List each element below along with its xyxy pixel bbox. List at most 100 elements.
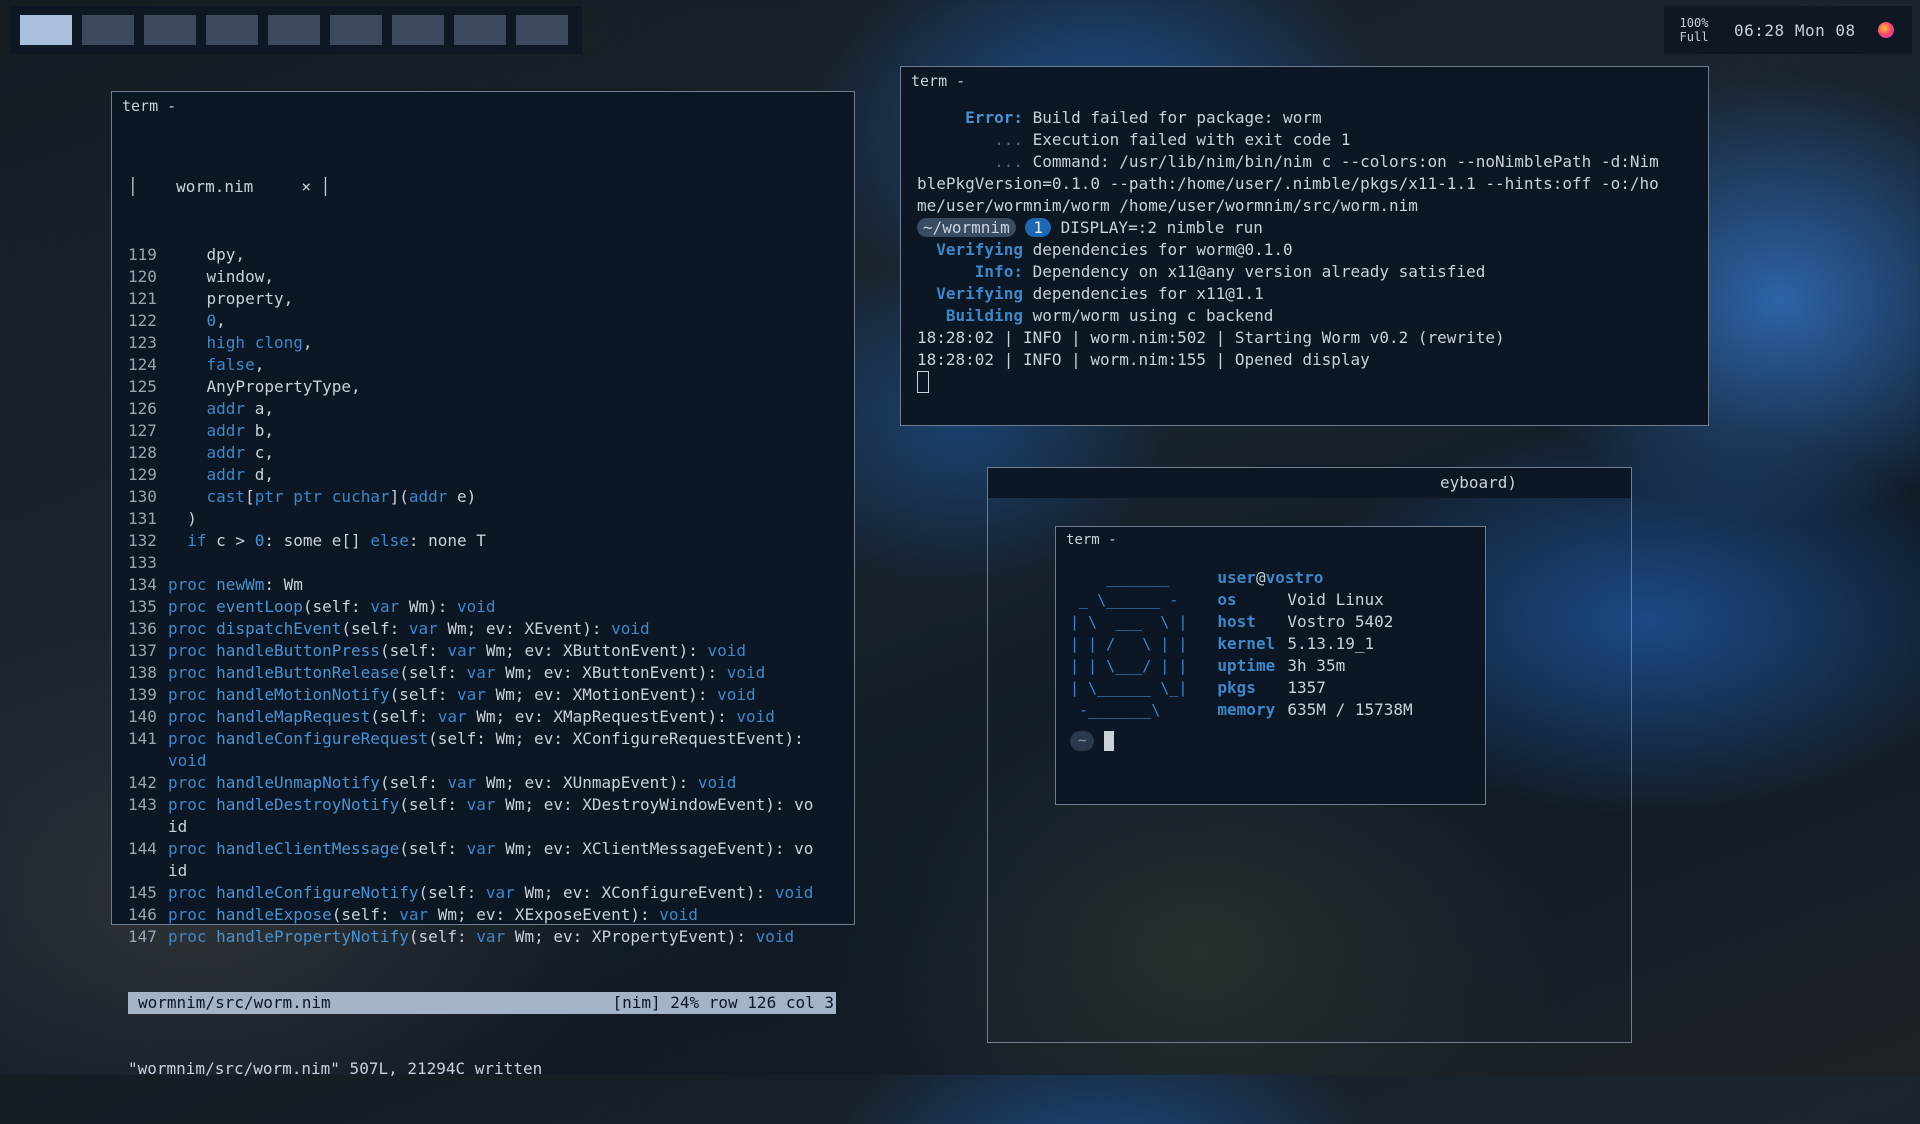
line-number: 126	[128, 399, 157, 418]
status-label: Building	[917, 306, 1023, 325]
distro-logo-icon[interactable]	[1877, 22, 1894, 38]
info-key: uptime	[1217, 656, 1276, 675]
info-value: Vostro 5402	[1287, 612, 1394, 631]
code-line: 139 proc handleMotionNotify(self: var Wm;…	[128, 684, 854, 706]
workspace-9-button[interactable]	[516, 15, 568, 45]
workspace-2-button[interactable]	[82, 15, 134, 45]
system-info: user@vostro os Void Linux host Vostro 5402 k…	[1217, 567, 1412, 721]
code-line: 125 AnyPropertyType,	[128, 376, 854, 398]
build-terminal-window[interactable]: term - Error: Build failed for package: …	[900, 66, 1709, 426]
statusline-position: [nim] 24% row 126 col 3	[612, 993, 834, 1012]
workspace-bar	[10, 6, 582, 54]
shell-prompt[interactable]: ~	[1056, 721, 1485, 751]
code-line: 119 dpy,	[128, 244, 854, 266]
clock-day: Mon 08	[1794, 20, 1856, 40]
line-text: id	[168, 817, 188, 836]
code-line: 137 proc handleButtonPress(self: var Wm; …	[128, 640, 854, 662]
code-line: 142 proc handleUnmapNotify(self: var Wm; …	[128, 772, 854, 794]
line-text: AnyPropertyType,	[168, 377, 361, 396]
line-number: 135	[128, 597, 157, 616]
tab-close-icon[interactable]: ×	[301, 177, 311, 196]
line-number: 143	[128, 795, 157, 814]
window-title: term -	[1056, 527, 1485, 553]
editor-statusline: wormnim/src/worm.nim [nim] 24% row 126 co…	[128, 992, 836, 1014]
line-text: property,	[168, 289, 294, 308]
workspace-4-button[interactable]	[206, 15, 258, 45]
editor-buffer[interactable]: │ worm.nim × │ 119 dpy, 120 window, 121 pr…	[112, 120, 854, 1124]
line-number: 127	[128, 421, 157, 440]
line-number: 138	[128, 663, 157, 682]
workspace-7-button[interactable]	[392, 15, 444, 45]
line-text: dpy,	[168, 245, 246, 264]
info-value: Void Linux	[1287, 590, 1384, 609]
log-line: 18:28:02 | INFO | worm.nim:502 | Startin…	[917, 328, 1505, 347]
code-line: 132 if c > 0: some e[] else: none T	[128, 530, 854, 552]
line-number: 137	[128, 641, 157, 660]
line-number: 132	[128, 531, 157, 550]
line-text: proc newWm: Wm	[168, 575, 303, 594]
status-text: dependencies for x11@1.1	[1022, 284, 1264, 303]
nimble-status-line: Building worm/worm using c backend	[917, 305, 1708, 327]
line-text: window,	[168, 267, 274, 286]
workspace-1-button[interactable]	[20, 15, 72, 45]
code-line: 129 addr d,	[128, 464, 854, 486]
line-number: 141	[128, 729, 157, 748]
line-number: 119	[128, 245, 157, 264]
status-bar: 100% Full 06:28 Mon 08	[1664, 6, 1912, 54]
code-line: 124 false,	[128, 354, 854, 376]
line-text: proc handleConfigureRequest(self: Wm; ev…	[168, 729, 804, 748]
editor-terminal-window[interactable]: term - │ worm.nim × │ 119 dpy, 120 window…	[111, 91, 855, 1078]
tab-border-left: │	[128, 177, 177, 196]
prompt-dir: ~/wormnim	[917, 218, 1016, 237]
info-row: memory 635M / 15738M	[1217, 699, 1412, 721]
status-label: Verifying	[917, 284, 1023, 303]
battery-state: Full	[1679, 30, 1709, 44]
line-number: 139	[128, 685, 157, 704]
nimble-status-line: Verifying dependencies for x11@1.1	[917, 283, 1708, 305]
line-text: proc handleConfigureNotify(self: var Wm;…	[168, 883, 814, 902]
neofetch-terminal-window[interactable]: term - _______ _ \______ - | \ ___ \ | |…	[1055, 526, 1486, 805]
info-row: kernel 5.13.19_1	[1217, 633, 1412, 655]
workspace-5-button[interactable]	[268, 15, 320, 45]
code-line: 122 0,	[128, 310, 854, 332]
prompt-job-badge: 1	[1025, 218, 1051, 237]
editor-tabline: │ worm.nim × │	[128, 174, 854, 200]
line-number: 130	[128, 487, 157, 506]
line-text: addr d,	[206, 465, 274, 484]
code-line: 123 high clong,	[128, 332, 854, 354]
output-line: ... Execution failed with exit code 1	[994, 130, 1351, 149]
line-number: 120	[128, 267, 157, 286]
status-text: Dependency on x11@any version already sa…	[1022, 262, 1486, 281]
tab-worm-nim[interactable]: worm.nim	[176, 177, 253, 196]
line-text: proc handleMapRequest(self: var Wm; ev: …	[168, 707, 775, 726]
workspace-3-button[interactable]	[144, 15, 196, 45]
status-label: Info:	[917, 262, 1023, 281]
cursor	[917, 371, 929, 393]
code-line: 127 addr b,	[128, 420, 854, 442]
line-text: proc handleButtonPress(self: var Wm; ev:…	[168, 641, 746, 660]
info-row: pkgs 1357	[1217, 677, 1412, 699]
battery-indicator: 100% Full	[1674, 16, 1714, 44]
line-text: cast[ptr ptr cuchar](addr e)	[206, 487, 477, 506]
code-line: 147 proc handlePropertyNotify(self: var W…	[128, 926, 854, 948]
line-text: proc handleExpose(self: var Wm; ev: XExp…	[168, 905, 698, 924]
workspace-8-button[interactable]	[454, 15, 506, 45]
info-row: uptime 3h 35m	[1217, 655, 1412, 677]
line-number: 145	[128, 883, 157, 902]
code-line: 130 cast[ptr ptr cuchar](addr e)	[128, 486, 854, 508]
line-number: 144	[128, 839, 157, 858]
info-value: 1357	[1287, 678, 1326, 697]
code-line: 120 window,	[128, 266, 854, 288]
code-line: 131 )	[128, 508, 854, 530]
code-lines: 119 dpy, 120 window, 121 property, 122 0, 12…	[128, 244, 854, 948]
distro-ascii-logo: _______ _ \______ - | \ ___ \ | | | / \ …	[1070, 569, 1188, 719]
terminal-output[interactable]: Error: Build failed for package: worm ..…	[901, 95, 1708, 393]
workspace-6-button[interactable]	[330, 15, 382, 45]
line-text: addr b,	[206, 421, 274, 440]
line-number: 122	[128, 311, 157, 330]
line-number: 142	[128, 773, 157, 792]
info-row: os Void Linux	[1217, 589, 1412, 611]
code-line: 143 proc handleDestroyNotify(self: var Wm…	[128, 794, 854, 816]
info-key: host	[1217, 612, 1256, 631]
code-line: 135 proc eventLoop(self: var Wm): void	[128, 596, 854, 618]
